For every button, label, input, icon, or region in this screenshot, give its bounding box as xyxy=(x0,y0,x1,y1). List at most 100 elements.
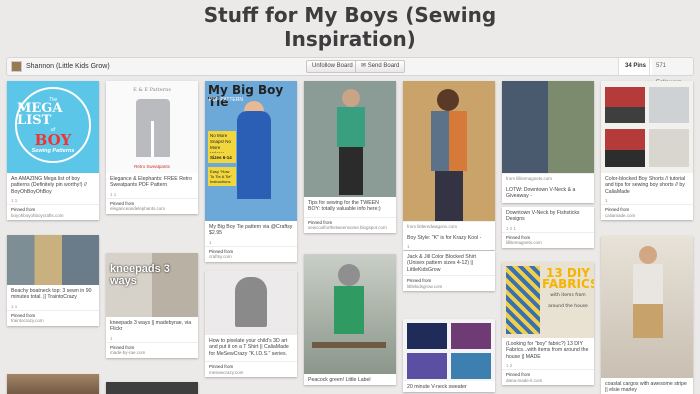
pin-art-shape xyxy=(605,129,645,167)
pin-stats: 1 xyxy=(209,239,212,245)
pin-art-shape xyxy=(451,353,491,379)
pin-source[interactable]: Pinned from dana-made-it.com xyxy=(502,369,594,385)
pin-source[interactable]: Pinned from sewcoolforthetweensome.blogsp… xyxy=(304,216,396,233)
pin-card[interactable]: Peacock green! Little Label xyxy=(304,254,396,386)
pin-image[interactable] xyxy=(304,254,396,374)
pin-art-shape xyxy=(639,246,657,264)
pin-description: kneepads 3 ways || madebyrae, via Flickr xyxy=(110,320,192,333)
pin-card[interactable]: E & E Patterns Retro Sweatpants Elegance… xyxy=(106,81,198,214)
pin-art-text: Sizes 6-14 xyxy=(208,153,236,163)
pin-art-shape xyxy=(235,277,267,327)
pin-image[interactable] xyxy=(601,236,693,378)
pin-image[interactable]: The MEGA LIST of BOY Sewing Patterns xyxy=(7,81,99,173)
send-board-button[interactable]: ✉ Send Board xyxy=(355,60,406,73)
pin-source[interactable]: Pinned from boyohboyohboycrafts.com xyxy=(7,204,99,220)
pin-source[interactable]: Pinned from traintocrazy.com xyxy=(7,309,99,326)
pin-source-url[interactable]: lillitemagnets.com xyxy=(506,240,542,245)
pin-source[interactable]: Pinned from eleganceandelephants.com xyxy=(106,197,198,214)
pin-art-shape xyxy=(435,171,463,221)
pin-source[interactable]: Pinned from mesewcrazy.com xyxy=(205,361,297,377)
pin-description: My Big Boy Tie pattern via @Craftsy $2.9… xyxy=(209,224,293,237)
send-board-label: Send Board xyxy=(367,63,400,69)
pin-art-text: MEGA LIST xyxy=(17,100,63,128)
pin-image[interactable] xyxy=(304,81,396,197)
pin-image[interactable]: E & E Patterns Retro Sweatpants xyxy=(106,81,198,173)
pin-image[interactable] xyxy=(403,319,495,381)
pin-art-shape xyxy=(312,342,386,348)
pin-card[interactable]: Downtown V-Neck by Fishsticks Designs 1 … xyxy=(502,207,594,248)
pin-description: Color-blocked Boy Shorts // tutorial and… xyxy=(605,176,686,195)
pin-source-url[interactable]: sewcoolforthetweensome.blogspot.com xyxy=(308,225,387,230)
pin-source-url[interactable]: caliamade.com xyxy=(605,213,635,218)
pin-card[interactable]: My Big Boy Tie PDF PATTERN No More Snaps… xyxy=(205,81,297,262)
pin-card[interactable]: Jack & Jill Color Blocked Shirt (Unisex … xyxy=(403,251,495,292)
pin-card[interactable]: Tips for sewing for the TWEEN BOY: total… xyxy=(304,81,396,233)
pin-source-url[interactable]: traintocrazy.com xyxy=(11,318,44,323)
pin-card[interactable]: from littleredwagonx.com Boy Style: "K" … xyxy=(403,81,495,250)
pin-source-url[interactable]: made-by-rae.com xyxy=(110,350,145,355)
pin-card[interactable]: 13 DIY FABRICS with items from around the… xyxy=(502,262,594,386)
pin-source-url[interactable]: boyohboyohboycrafts.com xyxy=(11,213,64,218)
owner-name[interactable]: Shannon (Little Kids Grow) xyxy=(26,63,110,70)
pins-count-tab[interactable]: 34 Pins xyxy=(618,58,653,75)
avatar[interactable] xyxy=(11,61,22,72)
pin-card[interactable]: How to pixelate your child's 3D art and … xyxy=(205,271,297,378)
pin-source[interactable]: Pinned from lillitemagnets.com xyxy=(502,231,594,248)
pin-art-text: kneepads 3 ways xyxy=(110,263,170,287)
pin-art-shape xyxy=(437,89,459,111)
pin-source-url[interactable]: eleganceandelephants.com xyxy=(110,206,165,211)
pin-description: How to pixelate your child's 3D art and … xyxy=(209,338,289,357)
pin-source[interactable]: Pinned from craftsy.com xyxy=(205,245,297,262)
pin-image[interactable]: 13 DIY FABRICS with items from around the… xyxy=(502,262,594,338)
pin-description: Elegance & Elephants: FREE Retro Sweatpa… xyxy=(110,176,192,189)
pin-stats: 1 1 xyxy=(11,303,18,309)
pin-image[interactable] xyxy=(7,235,99,285)
pin-card[interactable]: coastal cargos with awesome stripe || el… xyxy=(601,236,693,394)
pin-description: Beachy boatneck top: 3 sewn in 90 minute… xyxy=(11,288,92,301)
pin-card[interactable]: 20 minute V-neck sweater xyxy=(403,319,495,393)
pin-source[interactable]: Pinned from caliamade.com xyxy=(601,204,693,220)
pin-image[interactable] xyxy=(205,271,297,335)
pin-stats xyxy=(502,201,594,203)
pin-stats: 1 1 xyxy=(110,191,117,197)
pin-art-shape xyxy=(649,87,689,123)
board-owner[interactable]: Shannon (Little Kids Grow) xyxy=(11,61,110,72)
pin-description: coastal cargos with awesome stripe || el… xyxy=(605,381,687,394)
board-title-line2: Inspiration) xyxy=(284,27,416,51)
followers-count-tab[interactable]: 571 Followers xyxy=(649,58,693,86)
pin-source-url[interactable]: dana-made-it.com xyxy=(506,378,542,383)
sweatpants-graphic xyxy=(136,99,170,157)
pin-image[interactable]: kneepads 3 ways xyxy=(106,253,198,317)
pin-source-url[interactable]: littlekidsgrow.com xyxy=(407,284,442,289)
pin-card[interactable] xyxy=(7,374,99,394)
unfollow-board-button[interactable]: Unfollow Board xyxy=(306,60,359,73)
pin-card[interactable]: Beachy boatneck top: 3 sewn in 90 minute… xyxy=(7,235,99,326)
pin-image[interactable]: My Big Boy Tie PDF PATTERN No More Snaps… xyxy=(205,81,297,221)
pin-stats: 1 1 xyxy=(11,198,18,204)
pin-art-text: Retro Sweatpants xyxy=(134,164,170,169)
pin-source-url[interactable]: craftsy.com xyxy=(209,254,232,259)
pin-image[interactable] xyxy=(106,382,198,394)
pin-stats: 1 xyxy=(407,243,410,249)
pin-image[interactable] xyxy=(502,81,594,173)
board-toolbar: Shannon (Little Kids Grow) Unfollow Boar… xyxy=(6,57,694,86)
pin-image[interactable] xyxy=(403,81,495,221)
pin-image[interactable] xyxy=(7,374,99,394)
pin-source[interactable]: Pinned from made-by-rae.com xyxy=(106,341,198,358)
pin-card[interactable]: kneepads 3 ways kneepads 3 ways || madeb… xyxy=(106,253,198,358)
pin-art-shape xyxy=(339,147,363,195)
boy-graphic xyxy=(237,111,271,199)
pin-art-shape xyxy=(342,89,360,107)
pin-source-url[interactable]: mesewcrazy.com xyxy=(209,370,243,375)
pin-art-text: 13 DIY FABRICS with items from around the… xyxy=(542,267,594,312)
pin-card[interactable]: from lillitemagnets.com LOTW: Downtown V… xyxy=(502,81,594,204)
pin-card[interactable] xyxy=(106,382,198,394)
pin-image[interactable] xyxy=(601,81,693,173)
pin-art-subtitle: with items from around the house xyxy=(548,293,588,309)
pin-card[interactable]: Color-blocked Boy Shorts // tutorial and… xyxy=(601,81,693,221)
pin-source-top[interactable]: from littleredwagonx.com xyxy=(403,221,495,232)
pin-description: (Looking for "boy" fabric?) 13 DIY Fabri… xyxy=(506,341,589,360)
pin-source[interactable]: Pinned from littlekidsgrow.com xyxy=(403,275,495,291)
pin-card[interactable]: The MEGA LIST of BOY Sewing Patterns An … xyxy=(7,81,99,221)
pin-source-top[interactable]: from lillitemagnets.com xyxy=(502,173,594,184)
